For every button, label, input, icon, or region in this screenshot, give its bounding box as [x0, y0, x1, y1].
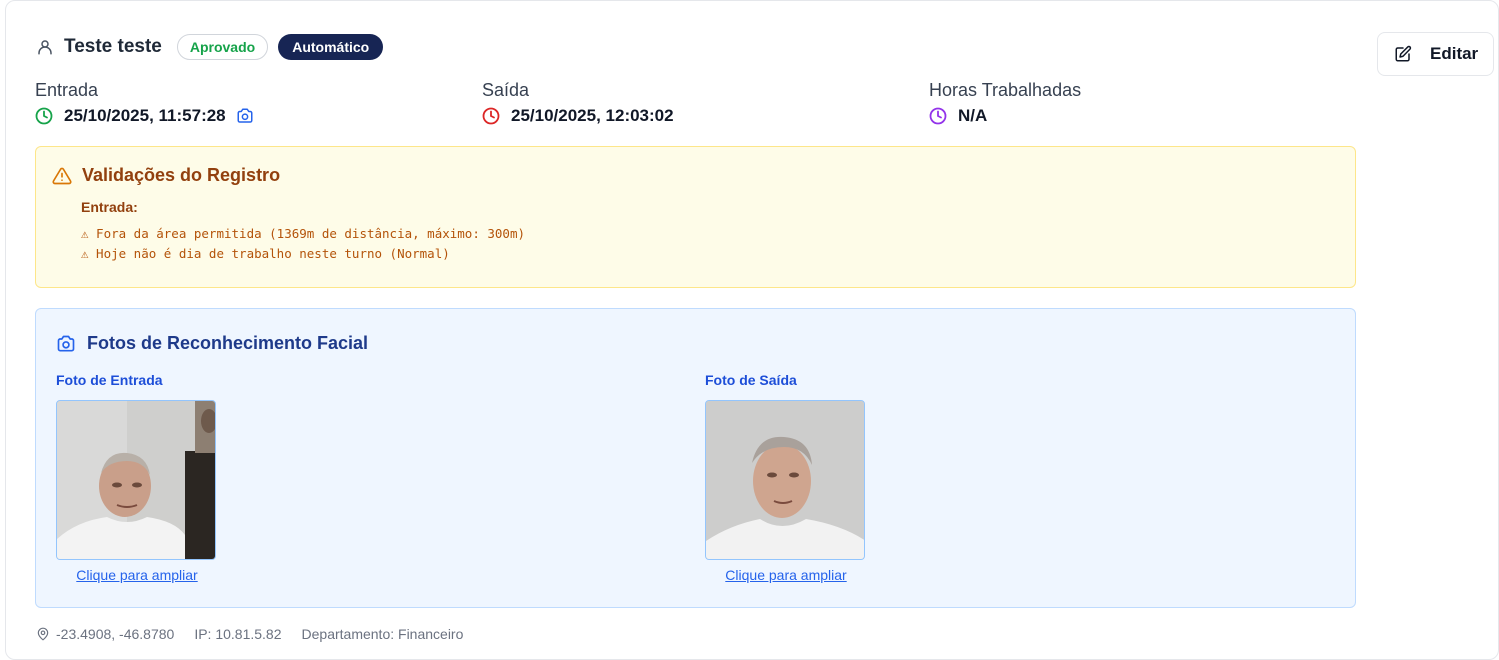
- entry-value: 25/10/2025, 11:57:28: [64, 106, 226, 125]
- validation-item: ⚠ Hoje não é dia de trabalho neste turno…: [81, 246, 450, 261]
- entry-photo-caption: Foto de Entrada: [56, 372, 163, 388]
- entry-camera-icon[interactable]: [236, 107, 254, 125]
- department: Departamento: Financeiro: [301, 626, 464, 642]
- record-footer: -23.4908, -46.8780 IP: 10.81.5.82 Depart…: [36, 624, 463, 644]
- validations-section-label: Entrada:: [81, 199, 138, 215]
- validation-item: ⚠ Fora da área permitida (1369m de distâ…: [81, 226, 526, 241]
- exit-time-block: Saída 25/10/2025, 12:03:02: [482, 79, 674, 127]
- record-header: Teste teste Aprovado Automático: [36, 33, 384, 61]
- exit-photo[interactable]: [705, 400, 865, 560]
- hours-label: Horas Trabalhadas: [929, 80, 1082, 100]
- edit-button[interactable]: Editar: [1377, 32, 1494, 76]
- entry-photo-enlarge-link[interactable]: Clique para ampliar: [76, 567, 197, 583]
- entry-photo[interactable]: [56, 400, 216, 560]
- ip-address: IP: 10.81.5.82: [194, 626, 282, 642]
- entry-clock-icon: [35, 107, 53, 125]
- map-pin-icon: [36, 627, 50, 641]
- type-badge: Automático: [278, 34, 384, 60]
- hours-clock-icon: [929, 107, 947, 125]
- user-icon: [36, 38, 54, 56]
- validations-panel: Validações do Registro Entrada: ⚠ Fora d…: [35, 146, 1356, 288]
- status-badge: Aprovado: [176, 34, 269, 60]
- exit-value: 25/10/2025, 12:03:02: [511, 106, 674, 125]
- employee-name: Teste teste: [64, 36, 162, 57]
- validations-list: ⚠ Fora da área permitida (1369m de distâ…: [81, 224, 525, 264]
- exit-photo-caption: Foto de Saída: [705, 372, 797, 388]
- edit-icon: [1394, 45, 1412, 63]
- exit-photo-column: Foto de Saída Clique para ampliar: [705, 371, 867, 585]
- coordinates: -23.4908, -46.8780: [56, 626, 175, 642]
- entry-label: Entrada: [35, 80, 99, 100]
- exit-label: Saída: [482, 80, 530, 100]
- entry-photo-column: Foto de Entrada Clique para ampliar: [56, 371, 218, 585]
- exit-photo-enlarge-link[interactable]: Clique para ampliar: [725, 567, 846, 583]
- photos-title: Fotos de Reconhecimento Facial: [87, 333, 369, 353]
- exit-clock-icon: [482, 107, 500, 125]
- camera-icon: [56, 334, 76, 354]
- validations-title: Validações do Registro: [82, 165, 281, 185]
- hours-value: N/A: [958, 106, 988, 125]
- entry-time-block: Entrada 25/10/2025, 11:57:28: [35, 79, 254, 127]
- hours-block: Horas Trabalhadas N/A: [929, 79, 1081, 127]
- warning-triangle-icon: [52, 166, 72, 186]
- facial-photos-panel: Fotos de Reconhecimento Facial Foto de E…: [35, 308, 1356, 608]
- edit-button-label: Editar: [1430, 44, 1479, 63]
